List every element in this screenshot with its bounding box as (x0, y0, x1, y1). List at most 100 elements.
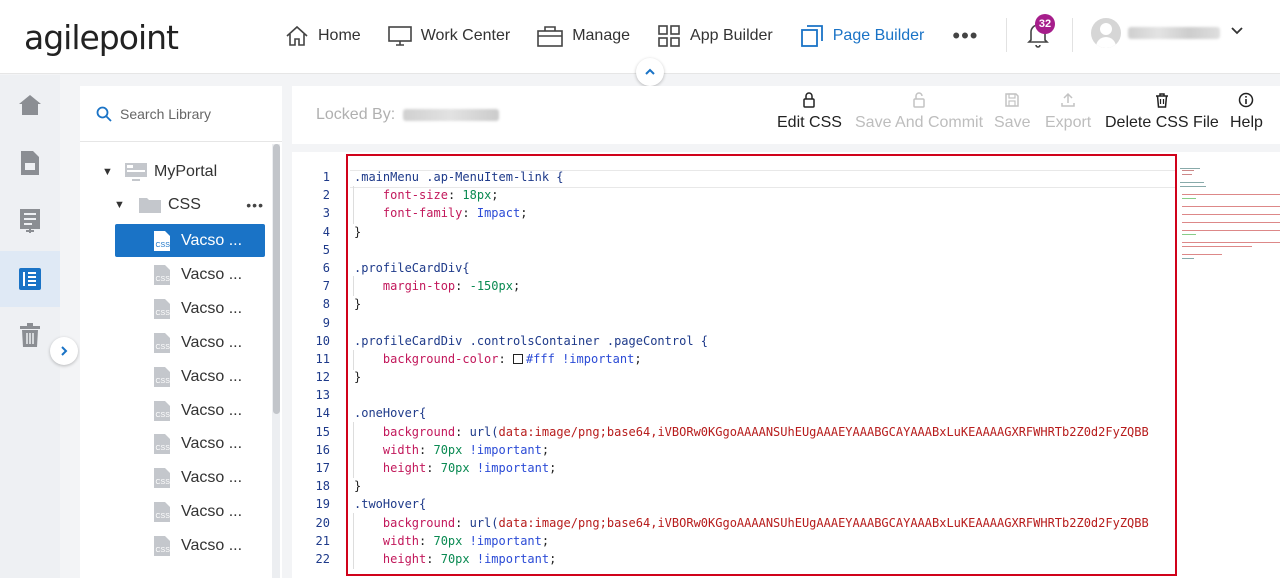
code-line: height: 70px !important; (382, 551, 557, 566)
file-label: Vacso ... (181, 265, 243, 283)
tree-file-item[interactable]: CSS Vacso ... (115, 360, 265, 393)
locked-by-user-redacted (403, 109, 500, 121)
svg-text:CSS: CSS (156, 479, 171, 486)
code-line: font-family: Impact; (382, 206, 528, 221)
line-number: 22 (315, 551, 330, 566)
list-icon (19, 268, 41, 290)
code-minimap[interactable] (1174, 162, 1280, 262)
file-label: Vacso ... (181, 536, 243, 554)
home-icon (286, 25, 308, 46)
line-number: 18 (315, 479, 330, 494)
tree-node-myportal[interactable]: ▼ MyPortal (102, 157, 217, 187)
line-number: 17 (315, 461, 330, 475)
code-highlight-region[interactable]: .mainMenu .ap-MenuItem-link { font-size:… (346, 154, 1177, 576)
save-and-commit-button[interactable]: Save And Commit (855, 92, 983, 132)
svg-text:CSS: CSS (156, 344, 171, 351)
document-icon (21, 151, 39, 175)
line-number: 3 (322, 206, 330, 221)
save-button[interactable]: Save (994, 92, 1030, 132)
rail-pages-button[interactable] (0, 135, 60, 191)
css-file-icon: CSS (154, 536, 171, 556)
portal-icon (125, 163, 147, 181)
save-and-commit-label: Save And Commit (855, 114, 984, 131)
folder-icon (139, 198, 161, 213)
chevron-down-icon[interactable] (1230, 24, 1244, 38)
caret-down-icon[interactable]: ▼ (114, 199, 128, 211)
tree-file-item[interactable]: CSS Vacso ... (115, 394, 265, 427)
agilepoint-logo[interactable]: agilepoint (24, 18, 179, 57)
code-line: .twoHover{ (354, 497, 427, 512)
code-line: margin-top: -150px; (382, 279, 521, 294)
editor-toolbar: Locked By: Edit CSS Save And Commit Save… (292, 86, 1280, 144)
tree-file-item[interactable]: CSS Vacso ... (115, 292, 265, 325)
code-line: font-size: 18px; (382, 188, 499, 203)
collapse-header-button[interactable] (636, 58, 664, 86)
file-label: Vacso ... (181, 367, 243, 385)
trash-icon (1155, 93, 1168, 108)
svg-text:CSS: CSS (156, 513, 171, 520)
code-line: .oneHover{ (354, 406, 427, 421)
tree-file-item[interactable]: CSS Vacso ... (115, 326, 265, 359)
color-swatch[interactable] (512, 353, 523, 364)
rail-library-button[interactable] (0, 251, 60, 307)
library-tree: ▼ MyPortal ▼ CSS ••• CSS Vacso ... CSS V… (80, 148, 282, 578)
tree-file-item[interactable]: CSS Vacso ... (115, 495, 265, 528)
svg-text:CSS: CSS (156, 412, 171, 419)
line-number: 1 (322, 170, 330, 184)
library-scrollbar-thumb[interactable] (273, 144, 280, 414)
file-label: Vacso ... (181, 434, 243, 452)
nav-item-home[interactable]: Home (284, 24, 361, 48)
help-button[interactable]: Help (1230, 92, 1263, 132)
delete-css-file-button[interactable]: Delete CSS File (1105, 92, 1219, 132)
svg-text:CSS: CSS (156, 242, 171, 249)
floppy-disk-icon (1005, 93, 1019, 107)
grid-icon (658, 25, 680, 47)
user-name-redacted[interactable] (1128, 27, 1220, 39)
help-label: Help (1230, 114, 1263, 131)
line-number-gutter: 1 2 3 4 5 6 7 8 9 10 11 12 13 14 15 16 17 18 19 20 21 22 (292, 168, 330, 568)
nav-divider (1072, 18, 1073, 52)
file-label: Vacso ... (181, 333, 243, 351)
code-line: height: 70px !important; (382, 461, 557, 475)
code-line: background: url(data:image/png;base64,iV… (382, 424, 1149, 439)
more-menu-button[interactable]: ••• (952, 23, 978, 49)
line-number: 10 (315, 333, 330, 348)
line-number: 7 (322, 279, 330, 294)
search-library-input[interactable]: Search Library (80, 86, 282, 142)
export-button[interactable]: Export (1045, 92, 1091, 132)
folder-more-button[interactable]: ••• (246, 197, 264, 213)
code-line: background: url(data:image/png;base64,iV… (382, 515, 1149, 530)
caret-down-icon[interactable]: ▼ (102, 166, 116, 178)
tree-file-item[interactable]: CSS Vacso ... (115, 529, 265, 562)
css-file-icon: CSS (154, 299, 170, 319)
line-number: 11 (315, 351, 330, 366)
code-line: width: 70px !important; (382, 533, 550, 548)
svg-text:CSS: CSS (156, 378, 171, 385)
css-code-editor[interactable]: 1 2 3 4 5 6 7 8 9 10 11 12 13 14 15 16 17 18 19 20 21 22 .mai… (292, 152, 1280, 578)
nav-label-work-center: Work Center (420, 27, 511, 44)
svg-text:CSS: CSS (156, 547, 171, 554)
edit-css-button[interactable]: Edit CSS (777, 92, 842, 132)
user-avatar[interactable] (1091, 18, 1121, 48)
tree-file-item[interactable]: CSS Vacso ... (115, 427, 265, 460)
chevron-up-icon (645, 68, 655, 75)
tree-label-myportal: MyPortal (154, 163, 218, 180)
trash-icon (20, 323, 40, 347)
nav-item-page-builder[interactable]: Page Builder (799, 23, 925, 49)
tree-file-item[interactable]: CSS Vacso ... (115, 258, 265, 291)
expand-panel-button[interactable] (50, 337, 78, 365)
nav-item-manage[interactable]: Manage (536, 24, 630, 48)
copy-icon (800, 25, 823, 47)
tree-file-item[interactable]: CSS Vacso ... (115, 224, 265, 257)
code-line: } (354, 224, 362, 239)
tree-file-item[interactable]: CSS Vacso ... (115, 461, 265, 494)
upload-icon (1061, 92, 1075, 107)
nav-item-work-center[interactable]: Work Center (387, 24, 511, 48)
rail-templates-button[interactable] (0, 193, 60, 249)
nav-item-app-builder[interactable]: App Builder (656, 24, 773, 48)
search-icon (96, 106, 112, 122)
tree-node-css-folder[interactable]: ▼ CSS ••• (114, 190, 264, 220)
nav-label-page-builder: Page Builder (832, 27, 925, 44)
rail-home-button[interactable] (0, 77, 60, 133)
